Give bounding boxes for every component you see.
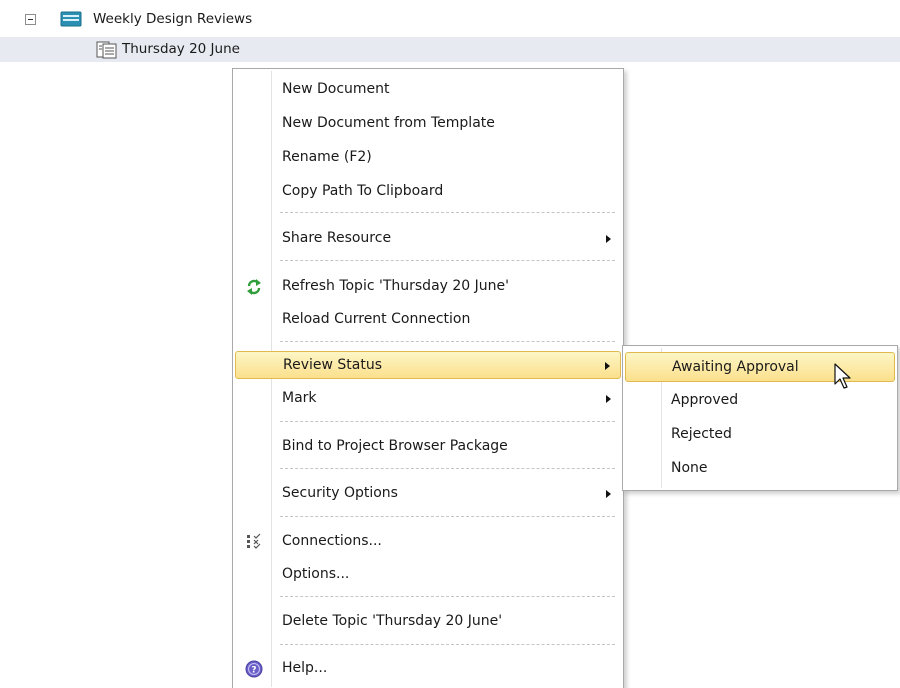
menu-item-label: Delete Topic 'Thursday 20 June' [282, 613, 503, 629]
menu-item-label: Bind to Project Browser Package [282, 438, 508, 454]
menu-item-help[interactable]: ? Help... [235, 655, 621, 683]
menu-item-label: Mark [282, 390, 317, 406]
submenu-arrow-icon [605, 362, 610, 370]
menu-separator [280, 516, 615, 517]
menu-item-delete-topic[interactable]: Delete Topic 'Thursday 20 June' [235, 608, 621, 636]
menu-item-label: Reload Current Connection [282, 311, 471, 327]
submenu-arrow-icon [606, 490, 611, 498]
menu-separator [280, 421, 615, 422]
menu-separator [280, 644, 615, 645]
menu-item-reload-connection[interactable]: Reload Current Connection [235, 306, 621, 334]
submenu-item-label: Rejected [671, 426, 732, 442]
folder-icon [60, 11, 82, 27]
connections-icon [247, 533, 261, 549]
review-status-submenu: Awaiting Approval Approved Rejected None [622, 345, 898, 491]
tree-label: Thursday 20 June [122, 41, 240, 57]
submenu-item-label: Approved [671, 392, 739, 408]
svg-text:?: ? [251, 666, 256, 676]
menu-item-refresh-topic[interactable]: Refresh Topic 'Thursday 20 June' [235, 273, 621, 301]
menu-item-label: Help... [282, 660, 328, 676]
collapse-icon[interactable] [25, 14, 36, 25]
submenu-item-approved[interactable]: Approved [625, 386, 895, 416]
submenu-arrow-icon [606, 235, 611, 243]
submenu-item-awaiting-approval[interactable]: Awaiting Approval [625, 352, 895, 382]
menu-separator [280, 468, 615, 469]
tree-label: Weekly Design Reviews [93, 11, 253, 27]
menu-item-new-document[interactable]: New Document [235, 76, 621, 104]
submenu-item-label: None [671, 460, 708, 476]
help-icon: ? [245, 660, 263, 678]
menu-item-bind-project-browser[interactable]: Bind to Project Browser Package [235, 433, 621, 461]
menu-separator [280, 212, 615, 213]
tree-node-thursday-20-june[interactable]: Thursday 20 June [0, 37, 900, 62]
mouse-cursor-icon [834, 363, 851, 389]
screen: Weekly Design Reviews Thursday 20 June N… [0, 0, 900, 688]
menu-item-label: Security Options [282, 485, 398, 501]
menu-item-new-document-from-template[interactable]: New Document from Template [235, 110, 621, 138]
menu-item-options[interactable]: Options... [235, 561, 621, 589]
menu-separator [280, 341, 615, 342]
submenu-item-rejected[interactable]: Rejected [625, 420, 895, 450]
submenu-arrow-icon [606, 395, 611, 403]
menu-item-label: New Document [282, 81, 390, 97]
menu-separator [280, 596, 615, 597]
menu-item-label: Connections... [282, 533, 382, 549]
menu-item-label: Rename (F2) [282, 149, 372, 165]
menu-separator [280, 260, 615, 261]
menu-item-mark[interactable]: Mark [235, 385, 621, 413]
menu-item-label: Review Status [283, 357, 383, 373]
menu-item-label: Copy Path To Clipboard [282, 183, 444, 199]
menu-item-label: New Document from Template [282, 115, 495, 131]
menu-item-label: Options... [282, 566, 350, 582]
document-icon [96, 41, 117, 59]
menu-item-label: Share Resource [282, 230, 392, 246]
menu-item-security-options[interactable]: Security Options [235, 480, 621, 508]
menu-item-rename[interactable]: Rename (F2) [235, 144, 621, 172]
submenu-item-label: Awaiting Approval [672, 359, 799, 375]
menu-item-label: Refresh Topic 'Thursday 20 June' [282, 278, 509, 294]
context-menu: New Document New Document from Template … [232, 68, 624, 688]
submenu-item-none[interactable]: None [625, 454, 895, 484]
menu-item-share-resource[interactable]: Share Resource [235, 225, 621, 253]
refresh-icon [247, 279, 261, 295]
menu-item-connections[interactable]: Connections... [235, 528, 621, 556]
menu-item-review-status[interactable]: Review Status [235, 351, 621, 379]
tree-node-weekly-design-reviews[interactable]: Weekly Design Reviews [0, 8, 900, 32]
menu-item-copy-path[interactable]: Copy Path To Clipboard [235, 178, 621, 206]
